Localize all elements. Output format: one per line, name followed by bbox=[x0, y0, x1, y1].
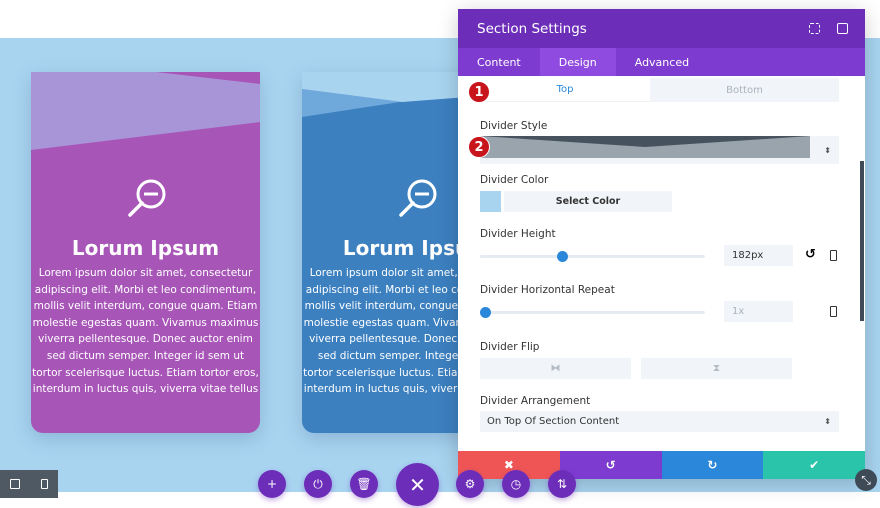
clock-icon: ◷ bbox=[510, 477, 522, 491]
card-divider bbox=[31, 72, 260, 150]
divider-height-label: Divider Height bbox=[480, 228, 556, 240]
mobile-icon[interactable] bbox=[830, 306, 837, 317]
line: sed dictum semper. Integer id sem ut bbox=[46, 349, 245, 362]
divider-style-label: Divider Style bbox=[480, 120, 548, 132]
subtab-bottom[interactable]: Bottom bbox=[650, 78, 839, 102]
modal-header: Section Settings bbox=[458, 9, 865, 48]
fullscreen-icon[interactable] bbox=[809, 23, 820, 34]
phone-view-icon[interactable] bbox=[40, 479, 48, 489]
sidebar-toggle-icon[interactable] bbox=[837, 23, 848, 34]
slider-knob[interactable] bbox=[480, 307, 491, 318]
step-badge: 1 bbox=[468, 81, 490, 103]
divider-arrangement-label: Divider Arrangement bbox=[480, 395, 591, 407]
flip-horizontal-icon: ⧓ bbox=[550, 363, 561, 374]
zoom-out-icon bbox=[31, 178, 260, 220]
power-button[interactable]: ⏻ bbox=[304, 470, 332, 498]
gear-icon: ⚙ bbox=[464, 477, 476, 491]
divider-color-label: Divider Color bbox=[480, 174, 549, 186]
card-body: Lorem ipsum dolor sit amet, consectetur a… bbox=[31, 265, 260, 398]
mobile-icon[interactable] bbox=[830, 250, 837, 261]
settings-button[interactable]: ⚙ bbox=[456, 470, 484, 498]
divider-repeat-slider[interactable] bbox=[480, 307, 705, 318]
divider-flip-label: Divider Flip bbox=[480, 341, 540, 353]
close-button[interactable]: ✕ bbox=[396, 463, 439, 506]
line: tortor scelerisque luctus. Etiam tortor … bbox=[32, 366, 259, 379]
slider-knob[interactable] bbox=[557, 251, 569, 262]
divider-repeat-label: Divider Horizontal Repeat bbox=[480, 284, 615, 296]
divider-height-slider[interactable] bbox=[480, 251, 705, 262]
tab-design[interactable]: Design bbox=[539, 48, 616, 76]
flip-vertical-icon: ⧗ bbox=[712, 363, 721, 374]
reorder-button[interactable]: ⇅ bbox=[548, 470, 576, 498]
select-arrows-icon: ⬍ bbox=[824, 417, 831, 426]
power-icon: ⏻ bbox=[313, 476, 323, 491]
modal-title: Section Settings bbox=[477, 20, 587, 37]
reset-icon[interactable]: ↺ bbox=[805, 247, 816, 262]
tablet-view-icon[interactable] bbox=[10, 479, 21, 489]
divider-style-preview bbox=[480, 136, 810, 158]
modal-tabs: Content Design Advanced bbox=[458, 48, 865, 76]
section-settings-modal: Section Settings Content Design Advanced… bbox=[458, 9, 865, 479]
tab-content[interactable]: Content bbox=[458, 48, 540, 76]
step-badge: 2 bbox=[468, 136, 490, 158]
sort-icon: ⇅ bbox=[556, 477, 568, 491]
line: viverra pellentesque. Donec auctor enim bbox=[38, 333, 253, 346]
undo-button[interactable]: ↺ bbox=[559, 451, 662, 479]
add-button[interactable]: + bbox=[258, 470, 286, 498]
plus-icon: + bbox=[266, 477, 278, 491]
delete-button[interactable]: 🗑 bbox=[350, 470, 378, 498]
card: Lorum Ipsum Lorem ipsum dolor sit amet, … bbox=[31, 72, 260, 433]
divider-height-input[interactable]: 182px bbox=[724, 245, 793, 266]
divider-style-select[interactable]: ⬍ bbox=[480, 136, 839, 164]
flip-vertical-button[interactable]: ⧗ bbox=[641, 358, 792, 379]
scrollbar[interactable] bbox=[860, 161, 864, 321]
line: Lorem ipsum dolor sit amet, consectetur bbox=[38, 267, 253, 279]
divider-arrangement-select[interactable]: On Top Of Section Content ⬍ bbox=[480, 411, 839, 432]
subtab-top[interactable]: Top bbox=[480, 78, 650, 102]
responsive-toolbar bbox=[0, 470, 58, 498]
resize-handle[interactable]: ⤡ bbox=[855, 469, 877, 491]
line: interdum in luctus quis, viverra vitae t… bbox=[32, 383, 259, 396]
close-icon: ✕ bbox=[409, 472, 426, 497]
save-button[interactable]: ✔ bbox=[763, 451, 865, 479]
redo-button[interactable]: ↻ bbox=[661, 451, 764, 479]
divider-color-swatch[interactable] bbox=[480, 191, 501, 212]
select-arrows-icon: ⬍ bbox=[824, 145, 831, 155]
card-title: Lorum Ipsum bbox=[71, 236, 220, 260]
selected-value: On Top Of Section Content bbox=[487, 416, 620, 427]
divider-repeat-input[interactable]: 1x bbox=[724, 301, 793, 322]
select-color-button[interactable]: Select Color bbox=[504, 191, 672, 212]
line: molestie egestas quam. Vivamus maximus bbox=[32, 316, 259, 329]
line: adipiscing elit. Morbi et leo condimentu… bbox=[34, 283, 257, 296]
trash-icon: 🗑 bbox=[356, 477, 372, 491]
line: mollis velit interdum, congue quam. Etia… bbox=[33, 300, 258, 313]
flip-horizontal-button[interactable]: ⧓ bbox=[480, 358, 631, 379]
tab-advanced[interactable]: Advanced bbox=[616, 48, 708, 76]
history-button[interactable]: ◷ bbox=[502, 470, 530, 498]
